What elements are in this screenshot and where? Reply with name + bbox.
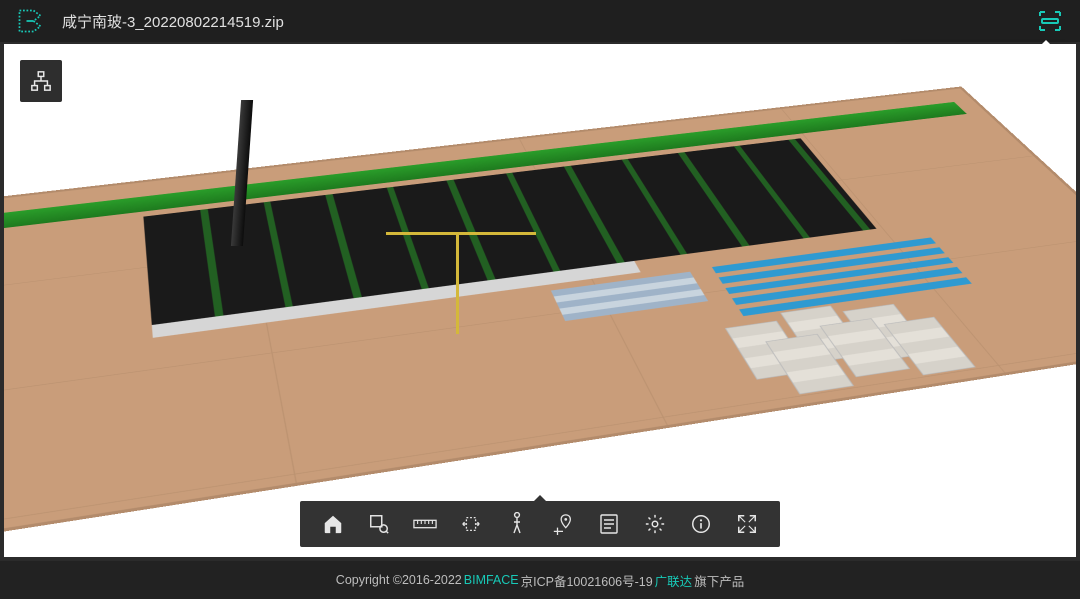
fullscreen-button[interactable] (724, 507, 770, 541)
model-viewport[interactable] (4, 44, 1076, 557)
brand-link[interactable]: BIMFACE (464, 573, 519, 587)
file-title: 咸宁南玻-3_20220802214519.zip (62, 11, 1036, 32)
structure-tree-button[interactable] (20, 60, 62, 102)
frame-select-button[interactable] (356, 507, 402, 541)
icp-text: 京ICP备10021606号-19 (521, 571, 653, 590)
app-footer: Copyright ©2016-2022 BIMFACE 京ICP备100216… (0, 561, 1080, 599)
toolbar-drag-handle[interactable] (534, 495, 546, 501)
info-button[interactable] (678, 507, 724, 541)
copyright-text: Copyright ©2016-2022 (336, 573, 462, 587)
properties-button[interactable] (586, 507, 632, 541)
viewer-toolbar (300, 501, 780, 547)
settings-button[interactable] (632, 507, 678, 541)
walk-button[interactable] (494, 507, 540, 541)
app-logo-icon (16, 7, 44, 35)
crane-icon (456, 234, 459, 334)
section-button[interactable] (448, 507, 494, 541)
home-button[interactable] (310, 507, 356, 541)
qr-scan-button[interactable] (1036, 7, 1064, 35)
company-link[interactable]: 广联达 (655, 571, 693, 590)
ground-plane (4, 86, 1076, 550)
measure-button[interactable] (402, 507, 448, 541)
app-header: 咸宁南玻-3_20220802214519.zip (0, 0, 1080, 42)
location-button[interactable] (540, 507, 586, 541)
footer-suffix: 旗下产品 (694, 571, 744, 590)
scene-3d[interactable] (4, 44, 1076, 557)
